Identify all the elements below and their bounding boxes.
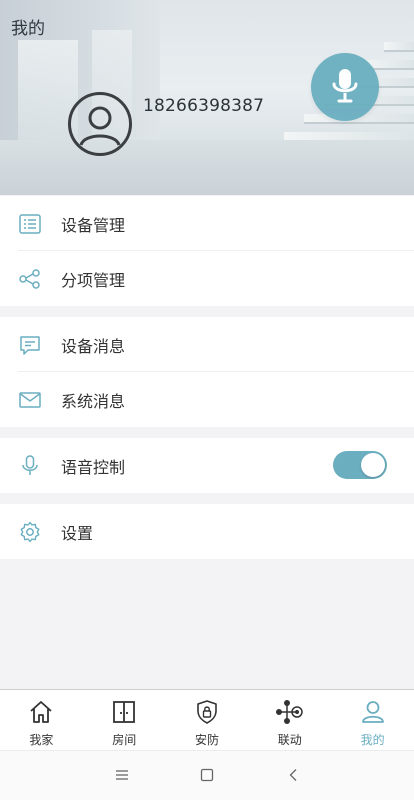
voice-button[interactable] bbox=[311, 53, 379, 121]
nav-label: 我家 bbox=[29, 733, 54, 747]
page-title: 我的 bbox=[11, 19, 45, 39]
menu-item-device-messages[interactable]: 设备消息 bbox=[0, 317, 414, 372]
menu-group-voice: 语音控制 bbox=[0, 438, 414, 493]
menu-group-devices: 设备管理 分项管理 bbox=[0, 196, 414, 306]
menu-icon[interactable] bbox=[115, 768, 129, 782]
message-icon bbox=[20, 336, 40, 355]
nav-item-home[interactable]: 我家 bbox=[0, 690, 83, 750]
nav-item-rooms[interactable]: 房间 bbox=[83, 690, 166, 750]
header-background-floor bbox=[0, 140, 414, 195]
toggle-knob bbox=[361, 453, 385, 477]
back-icon[interactable] bbox=[287, 768, 301, 782]
menu-item-sub-management[interactable]: 分项管理 bbox=[0, 251, 414, 306]
menu-item-label: 语音控制 bbox=[61, 458, 126, 477]
system-navigation-bar bbox=[0, 750, 414, 800]
nav-item-security[interactable]: 安防 bbox=[166, 690, 249, 750]
gear-icon bbox=[20, 521, 40, 543]
menu-item-label: 设备消息 bbox=[61, 337, 126, 356]
menu-item-settings[interactable]: 设置 bbox=[0, 504, 414, 559]
user-phone-number: 18266398387 bbox=[143, 96, 265, 116]
menu-item-label: 系统消息 bbox=[61, 392, 126, 411]
menu-group-messages: 设备消息 系统消息 bbox=[0, 317, 414, 427]
nav-item-mine[interactable]: 我的 bbox=[331, 690, 414, 750]
nav-label: 我的 bbox=[360, 733, 385, 747]
bottom-navigation: 我家 房间 安防 联动 我的 bbox=[0, 689, 414, 750]
room-icon bbox=[113, 701, 136, 723]
user-avatar-icon bbox=[79, 106, 121, 146]
menu-item-label: 分项管理 bbox=[61, 271, 126, 290]
menu-group-settings: 设置 bbox=[0, 504, 414, 559]
home-icon bbox=[30, 701, 52, 723]
microphone-icon bbox=[332, 69, 358, 103]
menu-item-device-management[interactable]: 设备管理 bbox=[0, 196, 414, 251]
shield-lock-icon bbox=[197, 700, 217, 724]
menu-item-label: 设备管理 bbox=[61, 216, 126, 235]
menu-item-voice-control: 语音控制 bbox=[0, 438, 414, 493]
profile-header: 我的 18266398387 bbox=[0, 0, 414, 195]
menu-item-system-messages[interactable]: 系统消息 bbox=[0, 372, 414, 427]
mail-icon bbox=[19, 392, 41, 408]
voice-control-toggle[interactable] bbox=[333, 451, 387, 479]
user-icon bbox=[361, 701, 384, 723]
nodes-icon bbox=[19, 269, 40, 289]
link-nodes-icon bbox=[275, 700, 303, 724]
nav-label: 房间 bbox=[112, 733, 137, 747]
nav-label: 联动 bbox=[277, 733, 302, 747]
nav-item-linkage[interactable]: 联动 bbox=[248, 690, 331, 750]
home-square-icon[interactable] bbox=[200, 768, 214, 782]
avatar[interactable] bbox=[68, 92, 132, 156]
mic-icon bbox=[22, 455, 38, 475]
list-icon bbox=[19, 214, 41, 234]
nav-label: 安防 bbox=[194, 733, 219, 747]
menu-item-label: 设置 bbox=[61, 524, 94, 543]
